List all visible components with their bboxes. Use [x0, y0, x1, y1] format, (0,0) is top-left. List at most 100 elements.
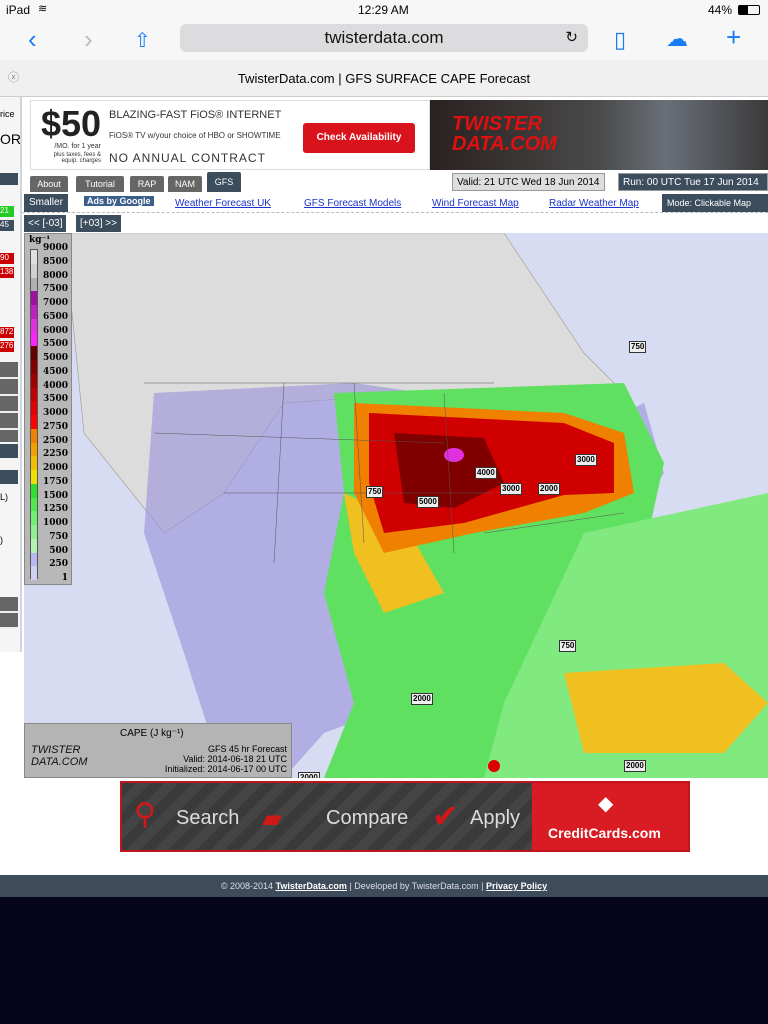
bookmarks-icon[interactable]: ▯ [614, 27, 626, 53]
tab-bar: ⓧ TwisterData.com | GFS SURFACE CAPE For… [0, 60, 768, 97]
badge: 872 [0, 327, 14, 338]
prev-hour-button[interactable]: << [-03] [24, 215, 67, 232]
left-sidebar: rice OR 21 45 90 138 276 872 L) ) [0, 97, 22, 652]
check-availability-button[interactable]: Check Availability [303, 123, 415, 153]
legend-swatch [31, 250, 37, 264]
ad-apply: Apply [470, 807, 521, 829]
clock: 12:29 AM [358, 3, 409, 17]
page-bottom [0, 897, 768, 1024]
legend-tick: 1 [61, 573, 68, 583]
twisterdata-logo[interactable]: TWISTER DATA.COM [430, 100, 768, 170]
tab-gfs[interactable]: GFS [207, 172, 241, 192]
sidebar-menu[interactable] [0, 597, 18, 629]
legend-swatch [31, 428, 37, 443]
legend-tick: 6500 [42, 311, 68, 322]
legend-swatch [31, 291, 37, 305]
legend-tick: 750 [49, 531, 68, 542]
creditcards-ad[interactable]: ⚲ Search ▰ Compare ✔ Apply ◆ CreditCards… [120, 781, 690, 852]
legend-swatch [31, 566, 37, 580]
legend-swatch [31, 511, 37, 525]
caption-title: CAPE (J kg⁻¹) [120, 728, 184, 739]
copyright: © 2008-2014 [220, 881, 274, 891]
badge: 276 [0, 341, 14, 352]
badge: 21 [0, 206, 14, 217]
mode-button[interactable]: Mode: Clickable Map [662, 194, 768, 212]
map-graphic [24, 233, 768, 778]
wifi-icon: ≋ [38, 3, 48, 15]
contour-label: 2000 [624, 760, 646, 772]
legend-swatch [31, 387, 37, 402]
sidebar-fragment: ) [0, 535, 3, 545]
address-bar[interactable]: twisterdata.com ↻ [180, 24, 588, 52]
status-bar: iPad ≋ 12:29 AM 44% [0, 0, 768, 20]
contour-label: 4000 [475, 467, 497, 479]
legend-tick: 6000 [42, 325, 68, 336]
tab-about[interactable]: About [30, 176, 68, 192]
ad-price: $50 [41, 103, 102, 144]
legend-tick: 2500 [42, 435, 68, 446]
contour-label: 5000 [417, 496, 439, 508]
badge: 90 [0, 253, 14, 264]
caption-logo: TWISTER DATA.COM [31, 744, 88, 768]
badge: 45 [0, 220, 14, 231]
ads-by-google[interactable]: Ads by Google [84, 196, 154, 206]
legend-swatch [31, 525, 37, 539]
legend-swatch [31, 305, 37, 319]
sidebar-section [0, 470, 18, 484]
map-caption: CAPE (J kg⁻¹) TWISTER DATA.COM GFS 45 hr… [24, 723, 292, 778]
legend-swatch [31, 538, 37, 553]
legend-tick: 3000 [42, 408, 68, 418]
link-weather-forecast-uk[interactable]: Weather Forecast UK [175, 198, 271, 209]
forward-icon[interactable]: › [84, 24, 93, 55]
link-wind-forecast-map[interactable]: Wind Forecast Map [432, 198, 519, 209]
card-logo-icon: ◆ [598, 793, 614, 815]
legend-tick: 250 [49, 559, 68, 570]
privacy-policy-link[interactable]: Privacy Policy [486, 881, 547, 891]
icloud-tabs-icon[interactable]: ☁ [666, 26, 688, 52]
legend-tick: 2000 [42, 463, 68, 473]
device-name: iPad [6, 3, 31, 17]
contour-label: 2000 [538, 483, 560, 495]
tab-nam[interactable]: NAM [168, 176, 202, 192]
back-icon[interactable]: ‹ [28, 24, 37, 55]
ad-fragment: OR [0, 131, 21, 147]
share-icon[interactable]: ⇧ [134, 28, 151, 53]
ad-brand-panel: ◆ CreditCards.com [532, 783, 688, 850]
legend-swatch [31, 263, 37, 278]
footer: © 2008-2014 TwisterData.com | Developed … [0, 875, 768, 897]
new-tab-icon[interactable]: + [726, 22, 741, 53]
legend-swatch [31, 332, 37, 347]
tab-rap[interactable]: RAP [130, 176, 164, 192]
next-hour-button[interactable]: [+03] >> [76, 215, 121, 232]
legend-swatch [31, 318, 37, 333]
ad-line: BLAZING-FAST FiOS® INTERNET [109, 109, 282, 121]
badge: 138 [0, 267, 14, 278]
valid-time: Valid: 21 UTC Wed 18 Jun 2014 [452, 173, 605, 191]
search-icon: ⚲ [134, 798, 156, 831]
legend-swatch [31, 360, 37, 374]
reload-icon[interactable]: ↻ [565, 24, 578, 52]
smaller-button[interactable]: Smaller [24, 194, 68, 212]
sidebar-menu[interactable] [0, 362, 18, 442]
logo-text: TWISTER DATA.COM [452, 113, 557, 155]
close-tab-icon[interactable]: ⓧ [8, 60, 19, 97]
fios-ad[interactable]: $50 /MO. for 1 year plus taxes, fees & e… [30, 100, 430, 170]
link-radar-weather-map[interactable]: Radar Weather Map [549, 198, 639, 209]
ad-search: Search [176, 807, 240, 829]
ad-fine-print: plus taxes, fees & equip. charges [53, 152, 101, 164]
link-gfs-forecast-models[interactable]: GFS Forecast Models [304, 198, 401, 209]
legend-tick: 2750 [42, 421, 68, 432]
ad-price-sub: /MO. for 1 year [54, 143, 101, 150]
legend-swatch [31, 483, 37, 498]
link-row: Smaller Ads by Google Weather Forecast U… [22, 193, 768, 213]
legend-tick: 2250 [42, 449, 68, 460]
site-link[interactable]: TwisterData.com [276, 881, 347, 891]
legend-tick: 8000 [42, 270, 68, 281]
tab-tutorial[interactable]: Tutorial [76, 176, 124, 192]
legend-swatch [31, 277, 37, 292]
legend-tick: 5000 [42, 353, 68, 363]
ad-brand: CreditCards.com [548, 825, 661, 841]
caption-initialized: Initialized: 2014-06-17 00 UTC [164, 764, 287, 774]
contour-label: 2000 [298, 772, 320, 778]
cape-forecast-map[interactable]: 750 5000 4000 3000 2000 3000 750 750 200… [24, 233, 768, 778]
